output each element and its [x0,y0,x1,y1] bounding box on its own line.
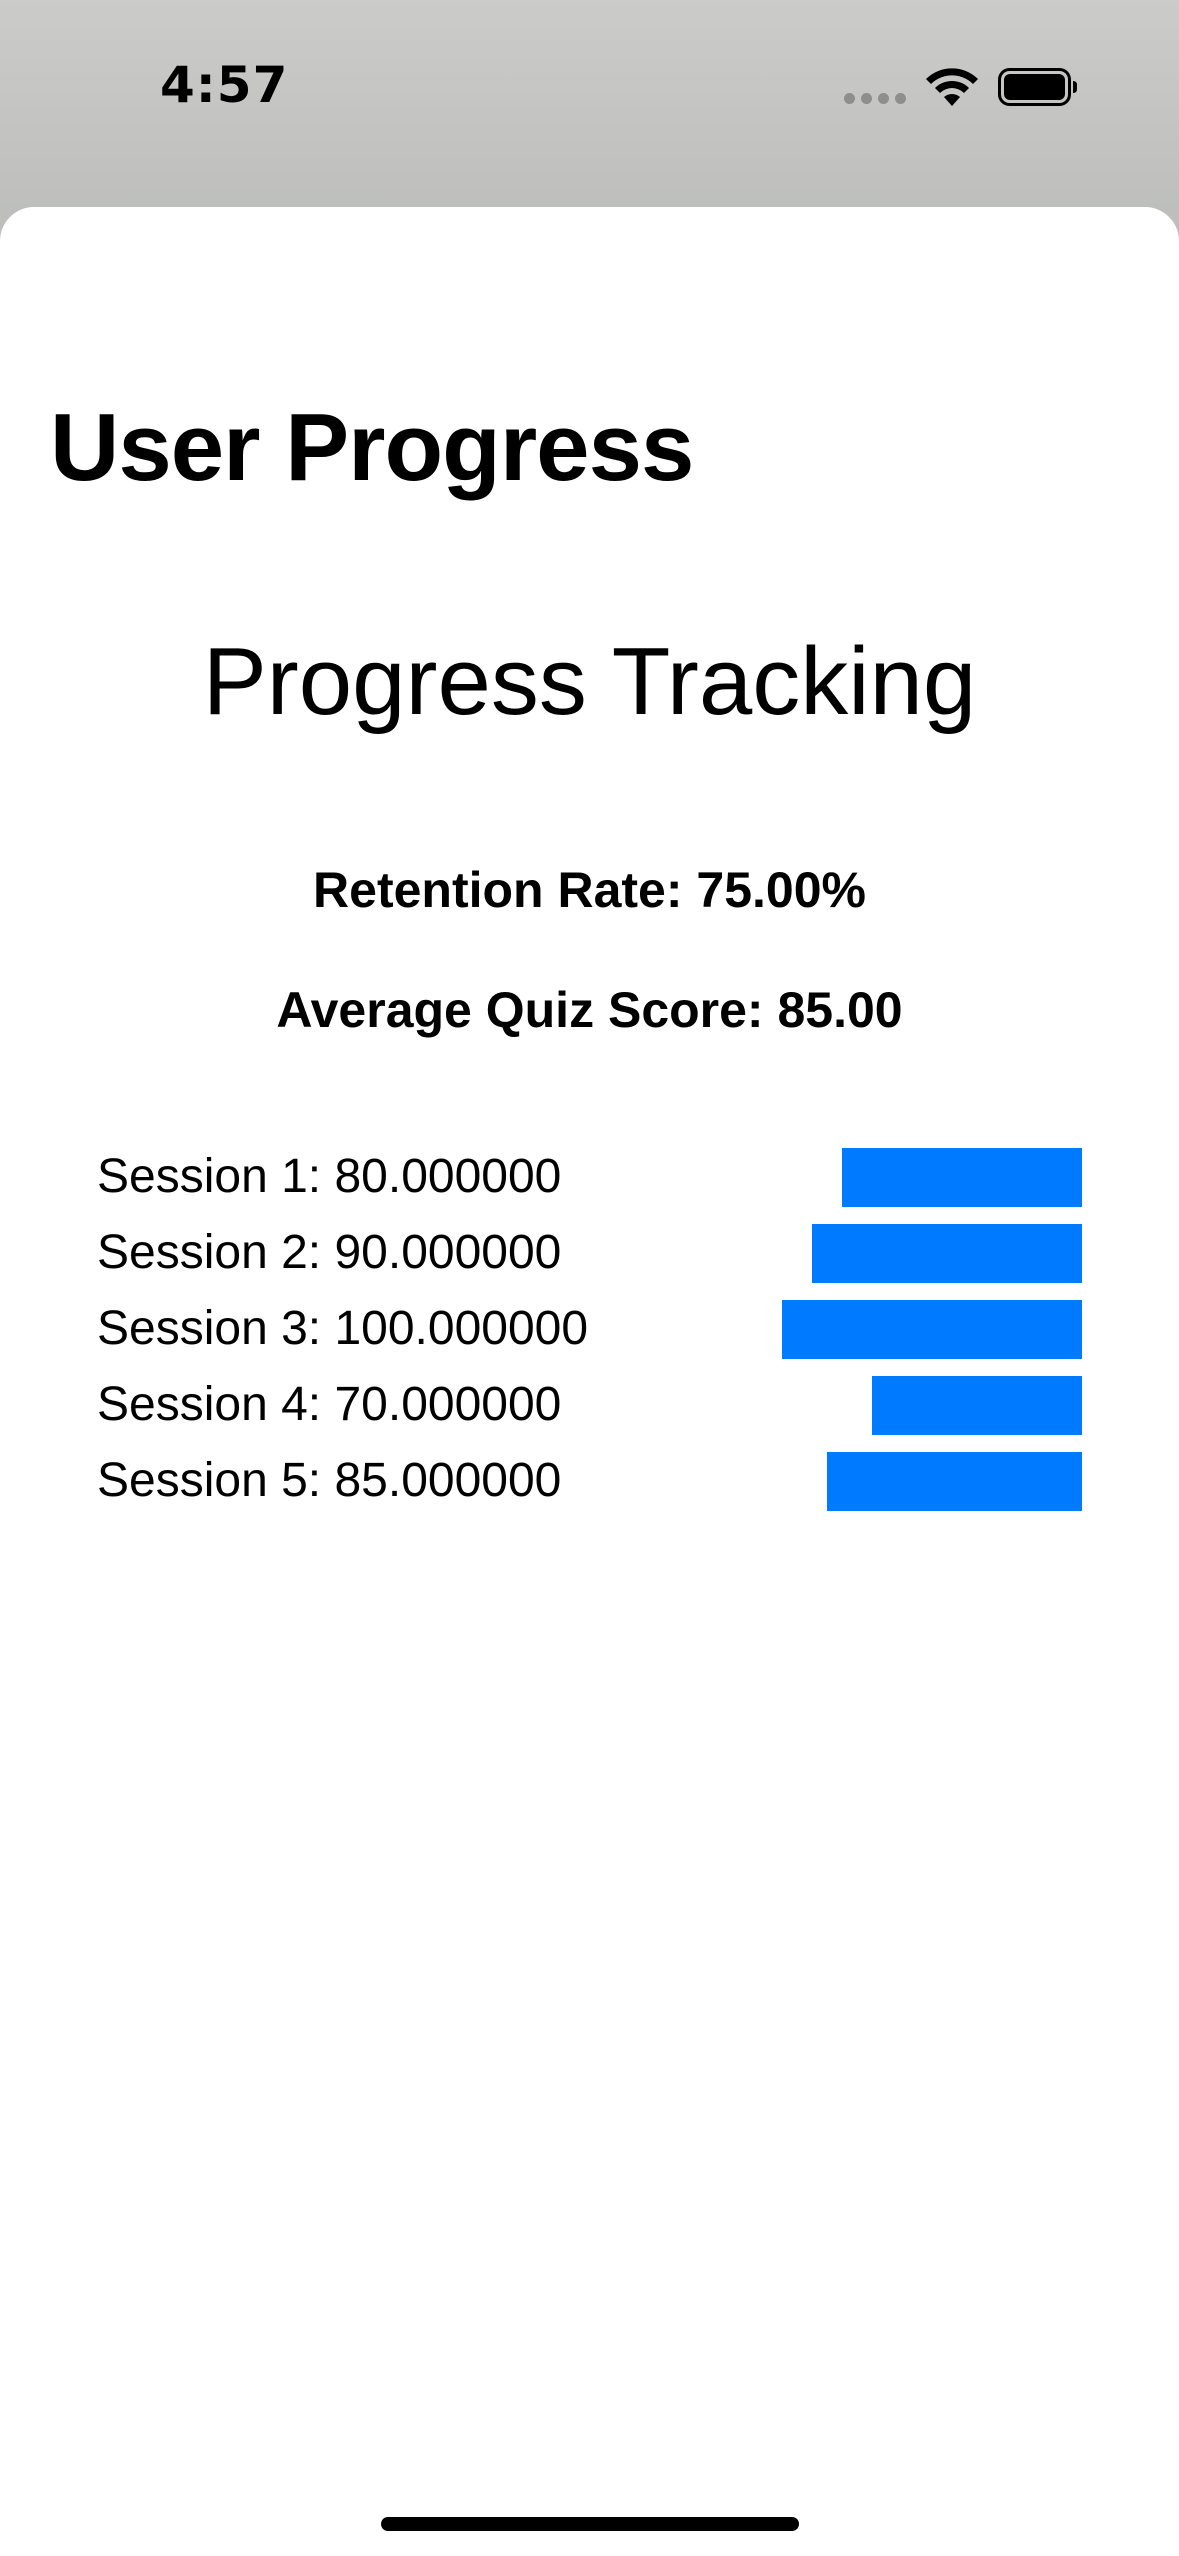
wifi-icon [926,68,978,106]
session-label: Session 2: 90.000000 [97,1226,562,1279]
session-row: Session 1: 80.000000 [0,1147,1179,1207]
session-score-bar [782,1300,1082,1359]
session-label: Session 1: 80.000000 [97,1150,562,1203]
status-bar: 4:57 [0,0,1179,200]
session-score-bar [872,1376,1082,1435]
battery-icon [998,68,1077,106]
session-row: Session 4: 70.000000 [0,1375,1179,1435]
page-title: User Progress [50,394,694,501]
session-row: Session 3: 100.000000 [0,1299,1179,1359]
average-quiz-score-text: Average Quiz Score: 85.00 [276,982,903,1038]
progress-sheet: User Progress Progress Tracking Retentio… [0,207,1179,2556]
session-row: Session 2: 90.000000 [0,1223,1179,1283]
status-time: 4:57 [160,56,289,114]
session-score-bar [827,1452,1082,1511]
section-heading: Progress Tracking [202,628,977,735]
retention-rate-text: Retention Rate: 75.00% [313,862,866,918]
session-score-bar [842,1148,1082,1207]
session-label: Session 4: 70.000000 [97,1378,562,1431]
session-score-bar [812,1224,1082,1283]
cellular-signal-icon [844,93,906,105]
session-label: Session 3: 100.000000 [97,1302,589,1355]
session-label: Session 5: 85.000000 [97,1454,562,1507]
session-row: Session 5: 85.000000 [0,1451,1179,1511]
home-indicator[interactable] [381,2517,799,2531]
